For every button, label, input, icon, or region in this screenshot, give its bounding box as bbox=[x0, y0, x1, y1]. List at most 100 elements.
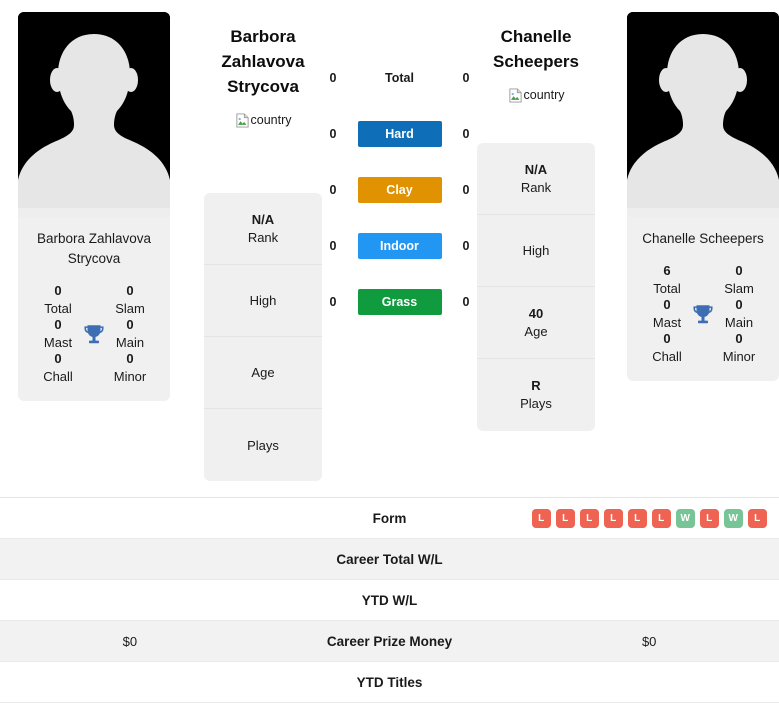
titles-slam-left: 0 Slam bbox=[94, 283, 166, 317]
player-name-line: Barbora bbox=[230, 27, 296, 46]
surface-clay-left-value: 0 bbox=[329, 183, 337, 197]
broken-image-icon bbox=[508, 87, 522, 103]
surface-grass-left-value: 0 bbox=[329, 295, 337, 309]
info-label-high-left: High bbox=[249, 293, 277, 308]
info-value-plays-right: R bbox=[531, 378, 541, 393]
surface-hard-pill[interactable]: Hard bbox=[357, 121, 442, 147]
surface-grass-pill[interactable]: Grass bbox=[357, 289, 442, 315]
ytd-titles-label: YTD Titles bbox=[356, 674, 423, 690]
info-row-high-left: High bbox=[204, 265, 322, 337]
titles-chall-label-left: Chall bbox=[43, 369, 73, 384]
avatar-silhouette-icon bbox=[18, 12, 170, 217]
form-badge[interactable]: L bbox=[603, 508, 623, 528]
country-flag-left: country bbox=[235, 111, 292, 129]
country-alt-text-left: country bbox=[250, 113, 292, 127]
country-flag-right: country bbox=[508, 86, 565, 104]
stats-table: Form L L L L L L W L W L Career Total W/… bbox=[0, 497, 779, 703]
info-label-plays-left: Plays bbox=[247, 437, 279, 453]
info-row-age-right: 40 Age bbox=[477, 287, 595, 359]
info-row-high-right: High bbox=[477, 215, 595, 287]
surface-row-total: 0 Total 0 bbox=[330, 64, 470, 92]
info-panel-right: N/A Rank High 40 Age R Plays bbox=[477, 143, 595, 431]
surface-grass-right-value: 0 bbox=[462, 295, 470, 309]
titles-minor-label-left: Minor bbox=[113, 369, 147, 384]
info-value-age-right: 40 bbox=[528, 305, 544, 321]
player-comparison-page: Barbora Zahlavova Strycova 0 Total 0 Sla… bbox=[0, 0, 779, 719]
form-badge[interactable]: L bbox=[579, 508, 599, 528]
titles-chall-value-left: 0 bbox=[54, 351, 62, 366]
player-name-line: Scheepers bbox=[493, 52, 579, 71]
avatar-silhouette-icon bbox=[627, 12, 779, 217]
surface-total-left-value: 0 bbox=[329, 71, 337, 85]
ytd-wl-label: YTD W/L bbox=[361, 592, 418, 608]
titles-grid-right: 6 Total 0 Slam 0 Mast 0 Main 0 Chall 0 M… bbox=[627, 249, 779, 381]
info-row-rank-right: N/A Rank bbox=[477, 143, 595, 215]
surface-comparison: 0 Total 0 0 Hard 0 0 Clay 0 0 Indoor 0 0 bbox=[322, 0, 477, 344]
titles-total-right: 6 Total bbox=[631, 263, 703, 297]
table-row-ytd-titles: YTD Titles bbox=[0, 662, 779, 703]
surface-hard-right-value: 0 bbox=[462, 127, 470, 141]
info-label-age-left: Age bbox=[251, 365, 275, 380]
player-card-left[interactable]: Barbora Zahlavova Strycova 0 Total 0 Sla… bbox=[18, 12, 170, 401]
career-prize-money-left: $0 bbox=[122, 633, 138, 649]
info-row-age-left: Age bbox=[204, 337, 322, 409]
career-prize-money-right: $0 bbox=[641, 633, 657, 649]
info-value-rank-right: N/A bbox=[524, 161, 548, 177]
titles-total-left: 0 Total bbox=[22, 283, 94, 317]
surface-indoor-right-value: 0 bbox=[462, 239, 470, 253]
info-row-plays-left: Plays bbox=[204, 409, 322, 481]
form-right-cell: L L L L L L W L W L bbox=[519, 508, 779, 528]
surface-clay-pill[interactable]: Clay bbox=[357, 177, 442, 203]
titles-grid-left: 0 Total 0 Slam 0 Mast 0 Main 0 Chall 0 M… bbox=[18, 269, 170, 401]
form-badge[interactable]: L bbox=[531, 508, 551, 528]
titles-minor-right: 0 Minor bbox=[703, 331, 775, 365]
surface-row-grass: 0 Grass 0 bbox=[330, 288, 470, 316]
form-badge[interactable]: W bbox=[723, 508, 743, 528]
titles-chall-right: 0 Chall bbox=[631, 331, 703, 365]
form-badge[interactable]: L bbox=[651, 508, 671, 528]
info-label-plays-right: Plays bbox=[520, 396, 552, 411]
info-row-plays-right: R Plays bbox=[477, 359, 595, 431]
titles-slam-right: 0 Slam bbox=[703, 263, 775, 297]
surface-total-right-value: 0 bbox=[462, 71, 470, 85]
form-badge[interactable]: L bbox=[555, 508, 575, 528]
form-row-label: Form bbox=[372, 510, 407, 526]
form-badge[interactable]: L bbox=[699, 508, 719, 528]
info-label-high-right: High bbox=[522, 243, 550, 258]
country-alt-text-right: country bbox=[523, 88, 565, 102]
surface-indoor-left-value: 0 bbox=[329, 239, 337, 253]
surface-indoor-pill[interactable]: Indoor bbox=[357, 233, 442, 259]
info-label-rank-right: Rank bbox=[520, 179, 552, 195]
form-badge-list-right: L L L L L L W L W L bbox=[531, 508, 767, 528]
titles-total-label-right: Total bbox=[653, 281, 681, 296]
player-meta-left: Barbora Zahlavova Strycova country N/A R… bbox=[204, 0, 322, 481]
player-meta-right: Chanelle Scheepers country N/A Rank High… bbox=[477, 0, 595, 431]
career-prize-money-label: Career Prize Money bbox=[326, 633, 453, 649]
titles-total-value-right: 6 bbox=[663, 263, 671, 278]
table-row-form: Form L L L L L L W L W L bbox=[0, 498, 779, 539]
info-value-rank-left: N/A bbox=[251, 211, 275, 227]
form-badge[interactable]: L bbox=[627, 508, 647, 528]
titles-slam-label-left: Slam bbox=[115, 301, 145, 316]
titles-minor-left: 0 Minor bbox=[94, 351, 166, 385]
titles-chall-value-right: 0 bbox=[663, 331, 671, 346]
player-name-left: Barbora Zahlavova Strycova bbox=[221, 24, 304, 99]
info-panel-left: N/A Rank High Age Plays bbox=[204, 193, 322, 481]
titles-total-value-left: 0 bbox=[54, 283, 62, 298]
info-row-rank-left: N/A Rank bbox=[204, 193, 322, 265]
player-name-line: Strycova bbox=[227, 77, 299, 96]
trophy-icon-left bbox=[84, 325, 104, 344]
form-badge[interactable]: W bbox=[675, 508, 695, 528]
player-name-right: Chanelle Scheepers bbox=[493, 24, 579, 74]
table-row-career-prize-money: $0 Career Prize Money $0 bbox=[0, 621, 779, 662]
form-badge[interactable]: L bbox=[747, 508, 767, 528]
titles-slam-value-right: 0 bbox=[735, 263, 743, 278]
surface-hard-left-value: 0 bbox=[329, 127, 337, 141]
table-row-career-total-wl: Career Total W/L bbox=[0, 539, 779, 580]
player-card-right[interactable]: Chanelle Scheepers 6 Total 0 Slam 0 Mast… bbox=[627, 12, 779, 381]
titles-minor-value-left: 0 bbox=[126, 351, 134, 366]
surface-clay-right-value: 0 bbox=[462, 183, 470, 197]
titles-minor-label-right: Minor bbox=[722, 349, 756, 364]
player-name-line: Chanelle bbox=[500, 27, 572, 46]
player-card-name-right: Chanelle Scheepers bbox=[642, 231, 764, 246]
